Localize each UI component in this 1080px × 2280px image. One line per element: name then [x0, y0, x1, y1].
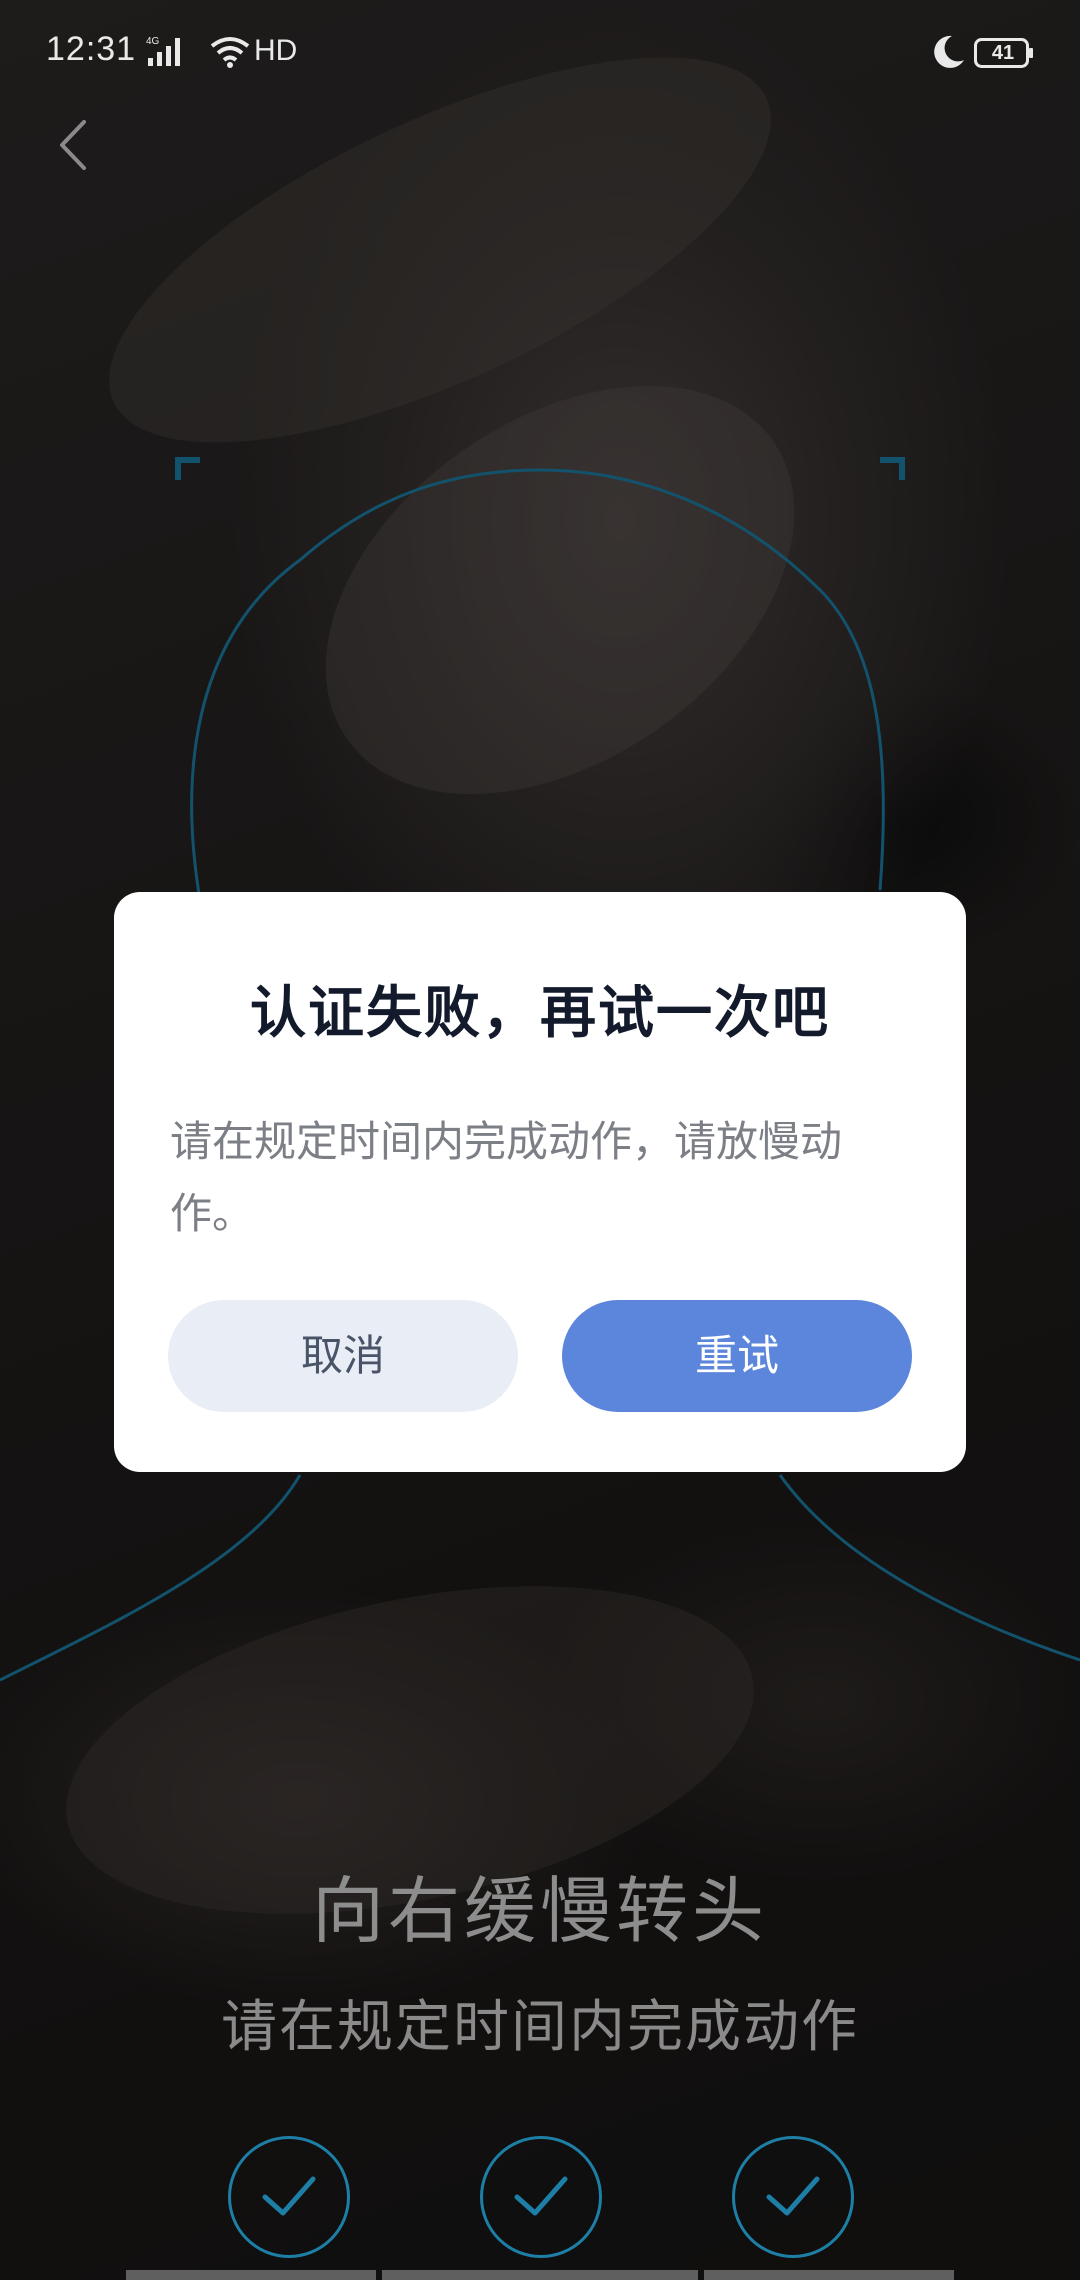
- status-bar: 12:31 4G HD 41: [0, 0, 1080, 110]
- hd-indicator: HD: [254, 34, 298, 67]
- wifi-icon: [210, 37, 250, 68]
- battery-level: 41: [991, 42, 1015, 64]
- instruction-title: 向右缓慢转头: [311, 1869, 768, 1953]
- svg-text:4G: 4G: [146, 36, 160, 47]
- cellular-signal-icon: 4G: [146, 36, 180, 66]
- step-1-complete: [228, 2136, 350, 2258]
- dialog-message: 请在规定时间内完成动作，请放慢动作。: [170, 1117, 843, 1238]
- step-progress-bar: [704, 2270, 954, 2280]
- check-icon: [262, 2176, 316, 2216]
- verification-failed-dialog: 认证失败，再试一次吧 请在规定时间内完成动作，请放慢动作。 取消 重试: [114, 892, 966, 1472]
- do-not-disturb-moon-icon: [934, 35, 964, 68]
- step-2-complete: [480, 2136, 602, 2258]
- check-icon: [514, 2176, 568, 2216]
- instruction-subtitle: 请在规定时间内完成动作: [221, 1995, 859, 2060]
- step-3-complete: [732, 2136, 854, 2258]
- dialog-title: 认证失败，再试一次吧: [250, 981, 830, 1046]
- check-icon: [766, 2176, 820, 2216]
- action-steps: [0, 2136, 1080, 2280]
- step-progress-bar: [382, 2270, 698, 2280]
- status-time: 12:31: [46, 30, 137, 68]
- step-progress-bar: [126, 2270, 376, 2280]
- liveness-verification-screen: 12:31 4G HD 41 向右缓慢转头 请在规定时间内完成动作 认证失败，再…: [0, 0, 1080, 2280]
- retry-button[interactable]: 重试: [562, 1300, 912, 1412]
- chevron-left-icon[interactable]: [48, 110, 108, 180]
- cancel-button[interactable]: 取消: [168, 1300, 518, 1412]
